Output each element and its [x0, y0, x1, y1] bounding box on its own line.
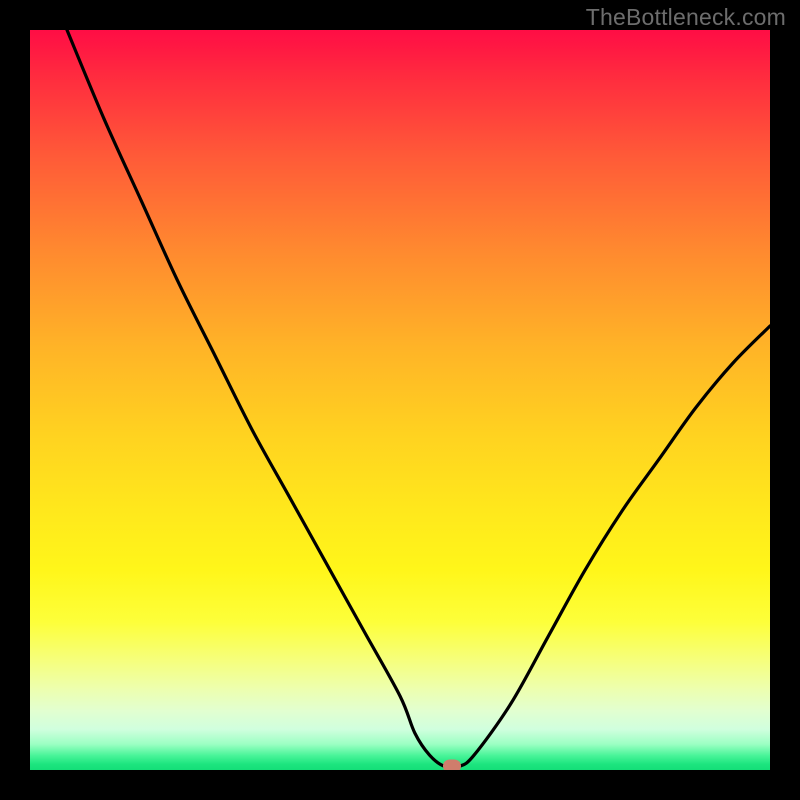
optimal-point-marker	[443, 760, 461, 770]
watermark-text: TheBottleneck.com	[586, 4, 786, 31]
bottleneck-curve	[30, 30, 770, 770]
plot-area	[30, 30, 770, 770]
chart-frame: TheBottleneck.com	[0, 0, 800, 800]
